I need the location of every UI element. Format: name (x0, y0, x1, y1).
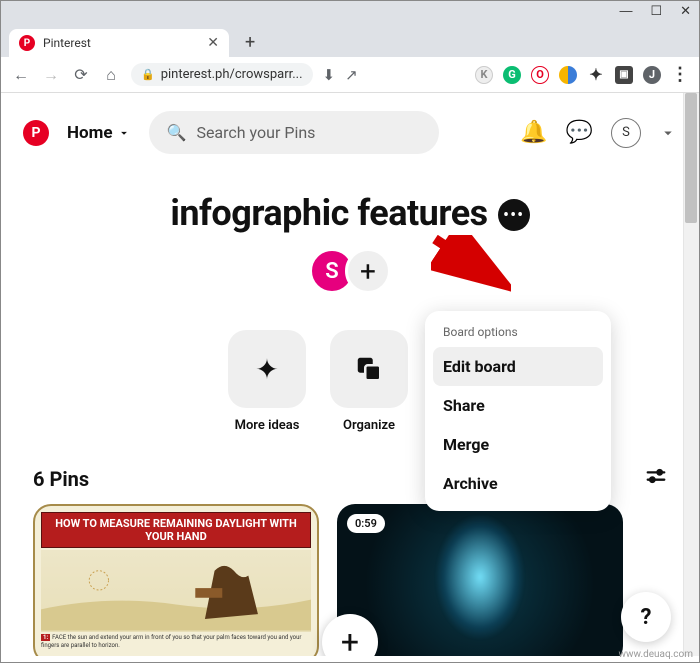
more-ideas-label: More ideas (235, 418, 300, 433)
chevron-down-icon (117, 126, 131, 140)
organize-icon (354, 354, 384, 384)
search-input[interactable]: 🔍 Search your Pins (149, 111, 439, 154)
notifications-icon[interactable]: 🔔 (520, 120, 547, 145)
reload-icon[interactable]: ⟳ (71, 65, 91, 84)
extension-grammarly-icon[interactable]: G (503, 66, 521, 84)
browser-toolbar: ← → ⟳ ⌂ 🔒 pinterest.ph/crowsparr... ⬇ ↗ … (1, 57, 699, 93)
window-minimize[interactable]: — (619, 3, 632, 19)
messages-icon[interactable]: 💬 (566, 120, 593, 145)
tab-close-icon[interactable]: ✕ (207, 35, 219, 51)
tab-title: Pinterest (43, 36, 199, 50)
extension-opera-icon[interactable]: O (531, 66, 549, 84)
pin-illustration (41, 550, 311, 632)
profile-avatar[interactable]: S (611, 118, 641, 148)
popover-archive[interactable]: Archive (433, 464, 603, 503)
new-tab-button[interactable]: + (237, 28, 263, 57)
pin-card[interactable]: HOW TO MEASURE REMAINING DAYLIGHT WITH Y… (33, 504, 319, 656)
pins-count: 6 Pins (33, 467, 89, 491)
pinterest-favicon: P (19, 35, 35, 51)
pinterest-logo[interactable]: P (23, 120, 49, 146)
extensions-menu-icon[interactable]: ✦ (587, 66, 605, 84)
window-close[interactable]: ✕ (680, 3, 691, 19)
home-button[interactable]: Home (67, 123, 131, 143)
home-icon[interactable]: ⌂ (101, 65, 121, 85)
pin-image-title: HOW TO MEASURE REMAINING DAYLIGHT WITH Y… (41, 512, 311, 548)
popover-share[interactable]: Share (433, 386, 603, 425)
board-title: infographic features (170, 192, 487, 234)
filter-icon[interactable] (645, 465, 667, 492)
extension-square-icon[interactable]: ▣ (615, 66, 633, 84)
pin-caption: 1:FACE the sun and extend your arm in fr… (41, 634, 311, 648)
pin-card[interactable]: 0:59 (337, 504, 623, 656)
forward-icon: → (41, 65, 61, 85)
extension-similarweb-icon[interactable] (559, 66, 577, 84)
video-duration-badge: 0:59 (347, 514, 385, 533)
help-button[interactable]: ? (621, 592, 671, 642)
lock-icon: 🔒 (141, 68, 155, 81)
account-chevron-icon[interactable] (659, 124, 677, 142)
popover-edit-board[interactable]: Edit board (433, 347, 603, 386)
add-collaborator-button[interactable]: + (345, 248, 391, 294)
share-icon[interactable]: ↗ (345, 66, 358, 84)
chrome-menu-icon[interactable]: ⋮ (671, 66, 689, 84)
back-icon[interactable]: ← (11, 65, 31, 85)
browser-tab[interactable]: P Pinterest ✕ (9, 29, 229, 57)
extension-k-icon[interactable]: K (475, 66, 493, 84)
organize-label: Organize (343, 418, 395, 433)
organize-button[interactable] (330, 330, 408, 408)
search-placeholder: Search your Pins (196, 123, 315, 142)
chrome-profile-avatar[interactable]: J (643, 66, 661, 84)
popover-merge[interactable]: Merge (433, 425, 603, 464)
address-bar[interactable]: 🔒 pinterest.ph/crowsparr... (131, 63, 313, 86)
window-maximize[interactable]: ☐ (650, 3, 662, 19)
board-options-button[interactable]: ••• (498, 199, 530, 231)
home-label: Home (67, 123, 113, 143)
pin-artwork (420, 507, 540, 647)
board-options-popover: Board options Edit board Share Merge Arc… (425, 311, 611, 511)
watermark: www.deuaq.com (619, 649, 694, 660)
popover-heading: Board options (433, 321, 603, 347)
install-app-icon[interactable]: ⬇ (323, 66, 336, 84)
url-text: pinterest.ph/crowsparr... (161, 67, 303, 82)
search-icon: 🔍 (167, 123, 187, 142)
more-ideas-button[interactable]: ✦ (228, 330, 306, 408)
